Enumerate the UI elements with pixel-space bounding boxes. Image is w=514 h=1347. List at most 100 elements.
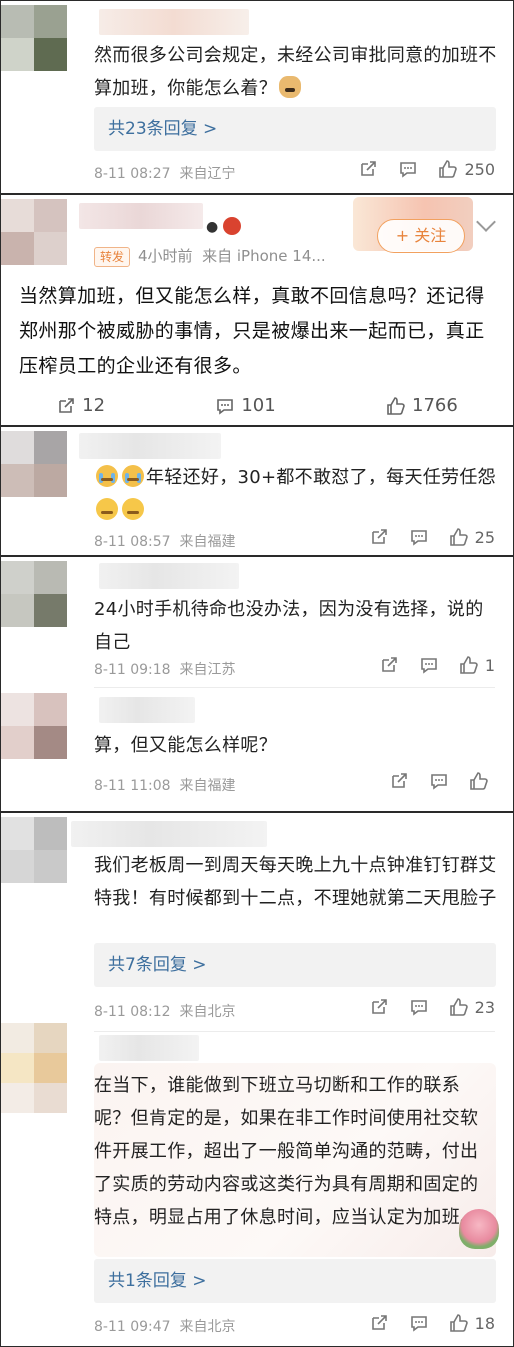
like-count: 25 [474, 527, 495, 547]
comment-text: 我们老板周一到周天每天晚上九十点钟准钉钉群艾特我！有时候都到十二点，不理她就第二… [94, 855, 497, 909]
panda-emoji-icon: ● [206, 219, 219, 235]
post-text: 当然算加班，但又能怎么样，真敢不回信息吗？还记得郑州那个被威胁的事情，只是被爆出… [19, 285, 485, 377]
comment-button[interactable] [409, 997, 429, 1017]
username-blurred[interactable] [99, 1035, 199, 1061]
like-count: 1766 [412, 395, 458, 416]
comment-actions [389, 771, 495, 791]
comment-text: 年轻还好，30+都不敢怼了，每天任劳任怨 [94, 461, 504, 527]
like-button[interactable] [469, 771, 495, 791]
like-count: 250 [464, 159, 495, 179]
comment-icon [217, 398, 234, 415]
comment-icon [410, 530, 427, 546]
comment-button[interactable] [409, 1313, 429, 1333]
avatar[interactable] [1, 1023, 67, 1113]
comment-count: 101 [241, 395, 276, 416]
share-icon [382, 657, 397, 672]
comment-icon [410, 1000, 427, 1016]
comment-button[interactable] [409, 527, 429, 547]
comment-meta: 8-11 09:47 来自北京 [94, 1319, 236, 1335]
repost-button[interactable]: 12 [56, 395, 105, 416]
follow-button[interactable]: + 关注 [377, 219, 465, 253]
comment-actions: 23 [369, 997, 495, 1017]
crying-emoji-icon [96, 465, 118, 487]
like-button[interactable]: 1 [459, 655, 495, 675]
reply-summary-link[interactable]: 共7条回复 > [94, 943, 496, 987]
like-button[interactable]: 1766 [386, 395, 458, 416]
comment-meta: 8-11 08:57 来自福建 [94, 534, 236, 550]
comment-panel-5: 我们老板周一到周天每天晚上九十点钟准钉钉群艾特我！有时候都到十二点，不理她就第二… [0, 812, 514, 1347]
repost-badge: 转发 [94, 247, 131, 267]
username-blurred[interactable] [99, 697, 195, 723]
comment-actions: 18 [369, 1313, 495, 1333]
avatar[interactable] [1, 817, 67, 883]
avatar[interactable] [1, 5, 67, 71]
share-icon [371, 1315, 387, 1330]
share-button[interactable] [369, 1313, 389, 1333]
comment-meta: 8-11 09:18 来自江苏 [94, 662, 236, 678]
divider [94, 1031, 495, 1032]
smile-emoji-icon [96, 498, 118, 520]
comment-text: 算，但又能怎么样呢？ [94, 735, 277, 756]
like-count: 23 [474, 997, 495, 1017]
comment-panel-1: 然而很多公司会规定，未经公司审批同意的加班不算加班，你能怎么着？ 共23条回复 … [0, 0, 514, 194]
like-count: 1 [484, 655, 495, 675]
share-button[interactable] [369, 527, 389, 547]
comment-button[interactable]: 101 [215, 395, 276, 416]
thumbs-up-icon [439, 160, 458, 178]
like-button[interactable]: 25 [449, 527, 495, 547]
share-button[interactable] [379, 655, 399, 675]
comment-panel-3: 年轻还好，30+都不敢怼了，每天任劳任怨 8-11 08:57 来自福建 25 [0, 426, 514, 556]
like-button[interactable]: 23 [449, 997, 495, 1017]
comment-panel-4: 24小时手机待命也没办法，因为没有选择，说的自己 8-11 09:18 来自江苏… [0, 556, 514, 812]
like-count: 18 [474, 1313, 495, 1333]
like-button[interactable]: 18 [449, 1313, 495, 1333]
post-actions: 12 101 1766 [1, 395, 513, 416]
post-panel: ● 转发 4小时前 来自 iPhone 14... + 关注 当然算加班，但又能怎… [0, 194, 514, 426]
comment-icon [421, 658, 437, 674]
avatar[interactable] [1, 431, 67, 497]
comment-button[interactable] [398, 159, 418, 179]
repost-count: 12 [82, 395, 106, 416]
thumbs-up-icon [470, 772, 488, 790]
divider [94, 687, 495, 688]
username-blurred[interactable] [79, 203, 203, 229]
share-button[interactable] [389, 771, 409, 791]
comment-icon [410, 1316, 427, 1332]
comment-text: 在当下，谁能做到下班立马切断和工作的联系呢？但肯定的是，如果在非工作时间使用社交… [94, 1075, 479, 1228]
post-meta: 转发 4小时前 来自 iPhone 14... [94, 245, 326, 267]
lotus-icon [459, 1209, 499, 1249]
avatar[interactable] [1, 561, 67, 627]
crying-emoji-icon [122, 465, 144, 487]
doge-emoji-icon [279, 76, 301, 98]
comment-text: 然而很多公司会规定，未经公司审批同意的加班不算加班，你能怎么着？ [94, 45, 497, 99]
share-icon [361, 161, 377, 176]
username-blurred[interactable] [99, 563, 239, 589]
reply-summary-link[interactable]: 共23条回复 > [94, 107, 496, 151]
comment-text: 24小时手机待命也没办法，因为没有选择，说的自己 [94, 599, 484, 653]
thumbs-up-icon [449, 528, 468, 546]
comment-icon [400, 162, 417, 178]
chevron-down-icon[interactable] [476, 212, 496, 232]
comment-icon [431, 774, 447, 790]
username-blurred[interactable] [99, 9, 249, 35]
share-button[interactable] [358, 159, 378, 179]
username-blurred[interactable] [71, 821, 267, 847]
reply-summary-link[interactable]: 共1条回复 > [94, 1259, 496, 1303]
thumbs-up-icon [387, 396, 405, 415]
comment-actions: 250 [358, 159, 495, 179]
comment-meta: 8-11 11:08 来自福建 [94, 778, 236, 794]
like-button[interactable]: 250 [438, 159, 495, 179]
comment-button[interactable] [429, 771, 449, 791]
share-icon [371, 529, 387, 544]
avatar[interactable] [1, 693, 67, 759]
username-blurred[interactable] [79, 433, 221, 459]
share-icon [392, 773, 407, 788]
thumbs-up-icon [460, 656, 478, 674]
comment-button[interactable] [419, 655, 439, 675]
badge-icon [223, 217, 241, 235]
avatar[interactable] [1, 199, 67, 265]
comment-meta: 8-11 08:12 来自北京 [94, 1004, 236, 1020]
share-button[interactable] [369, 997, 389, 1017]
comment-actions: 1 [379, 655, 495, 675]
share-icon [371, 999, 387, 1014]
